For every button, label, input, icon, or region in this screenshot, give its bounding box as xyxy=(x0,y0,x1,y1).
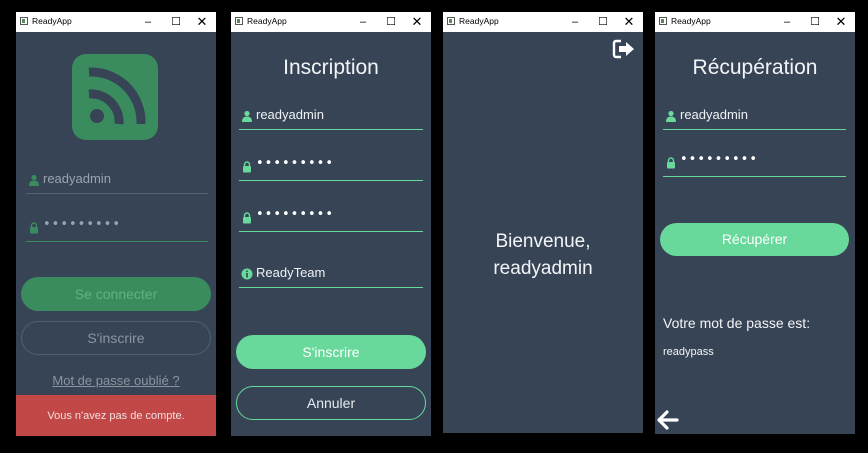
window-title: ReadyApp xyxy=(671,16,711,26)
welcome-username: readyadmin xyxy=(493,258,593,279)
title-bar: ReadyApp – ☐ ✕ xyxy=(443,12,643,32)
window-title: ReadyApp xyxy=(32,16,72,26)
maximize-button[interactable]: ☐ xyxy=(381,13,401,31)
team-value: ReadyTeam xyxy=(256,265,326,280)
recover-button[interactable]: Récupérer xyxy=(660,223,849,256)
info-icon xyxy=(241,268,253,280)
minimize-button[interactable]: – xyxy=(565,13,585,31)
confirm-password-field[interactable]: ••••••••• xyxy=(239,205,423,232)
result-value: readypass xyxy=(663,346,714,358)
login-button[interactable]: Se connecter xyxy=(21,277,211,311)
password-value: ••••••••• xyxy=(43,217,122,232)
password-field[interactable]: ••••••••• xyxy=(239,154,423,181)
maximize-button[interactable]: ☐ xyxy=(593,13,613,31)
minimize-button[interactable]: – xyxy=(353,13,373,31)
title-bar: ReadyApp – ☐ ✕ xyxy=(231,12,431,32)
arrow-left-icon[interactable] xyxy=(657,410,679,430)
close-button[interactable]: ✕ xyxy=(619,13,639,31)
page-title: Récupération xyxy=(692,56,818,79)
register-button[interactable]: S'inscrire xyxy=(236,335,426,369)
no-account-banner: Vous n'avez pas de compte. xyxy=(16,395,216,436)
close-button[interactable]: ✕ xyxy=(192,13,212,31)
title-bar: ReadyApp – ☐ ✕ xyxy=(655,12,855,32)
welcome-content: Bienvenue, readyadmin xyxy=(443,32,643,433)
username-value: readyadmin xyxy=(680,107,748,122)
user-icon xyxy=(29,174,39,186)
username-field[interactable]: readyadmin xyxy=(663,103,846,130)
lock-icon xyxy=(667,157,675,169)
maximize-button[interactable]: ☐ xyxy=(805,13,825,31)
close-button[interactable]: ✕ xyxy=(407,13,427,31)
window-title: ReadyApp xyxy=(459,16,499,26)
user-icon xyxy=(666,110,676,122)
recovery-window: ReadyApp – ☐ ✕ Récupération readyadmin •… xyxy=(655,12,855,434)
logout-icon[interactable] xyxy=(612,39,636,59)
rss-icon xyxy=(72,54,158,140)
username-value: readyadmin xyxy=(256,107,324,122)
result-label: Votre mot de passe est: xyxy=(663,315,811,331)
register-button[interactable]: S'inscrire xyxy=(21,321,211,355)
minimize-button[interactable]: – xyxy=(138,13,158,31)
lock-icon xyxy=(243,212,251,224)
welcome-message: Bienvenue, readyadmin xyxy=(443,228,643,282)
password-field[interactable]: ••••••••• xyxy=(663,150,846,177)
login-content: readyadmin ••••••••• Se connecter S'insc… xyxy=(16,32,216,436)
app-icon xyxy=(659,17,667,25)
app-icon xyxy=(447,17,455,25)
window-title: ReadyApp xyxy=(247,16,287,26)
login-window: ReadyApp – ☐ ✕ readyadmin ••••••••• Se c… xyxy=(16,12,216,436)
welcome-window: ReadyApp – ☐ ✕ Bienvenue, readyadmin xyxy=(443,12,643,433)
register-content: Inscription readyadmin ••••••••• •••••••… xyxy=(231,32,431,436)
minimize-button[interactable]: – xyxy=(777,13,797,31)
maximize-button[interactable]: ☐ xyxy=(166,13,186,31)
banner-text: Vous n'avez pas de compte. xyxy=(47,410,185,422)
cancel-button[interactable]: Annuler xyxy=(236,386,426,420)
app-icon xyxy=(235,17,243,25)
close-button[interactable]: ✕ xyxy=(831,13,851,31)
welcome-line-1: Bienvenue, xyxy=(495,231,591,252)
lock-icon xyxy=(30,222,38,234)
password-value: ••••••••• xyxy=(256,156,335,171)
register-window: ReadyApp – ☐ ✕ Inscription readyadmin ••… xyxy=(231,12,431,436)
title-bar: ReadyApp – ☐ ✕ xyxy=(16,12,216,32)
confirm-password-value: ••••••••• xyxy=(256,207,335,222)
username-value: readyadmin xyxy=(43,171,111,186)
password-value: ••••••••• xyxy=(680,152,759,167)
lock-icon xyxy=(243,161,251,173)
recovery-content: Récupération readyadmin ••••••••• Récupé… xyxy=(655,32,855,434)
forgot-password-link[interactable]: Mot de passe oublié ? xyxy=(16,373,216,388)
user-icon xyxy=(242,110,252,122)
page-title: Inscription xyxy=(283,56,379,79)
username-field[interactable]: readyadmin xyxy=(239,103,423,130)
team-field[interactable]: ReadyTeam xyxy=(239,261,423,288)
username-field[interactable]: readyadmin xyxy=(26,167,208,194)
password-field[interactable]: ••••••••• xyxy=(26,215,208,242)
app-icon xyxy=(20,17,28,25)
